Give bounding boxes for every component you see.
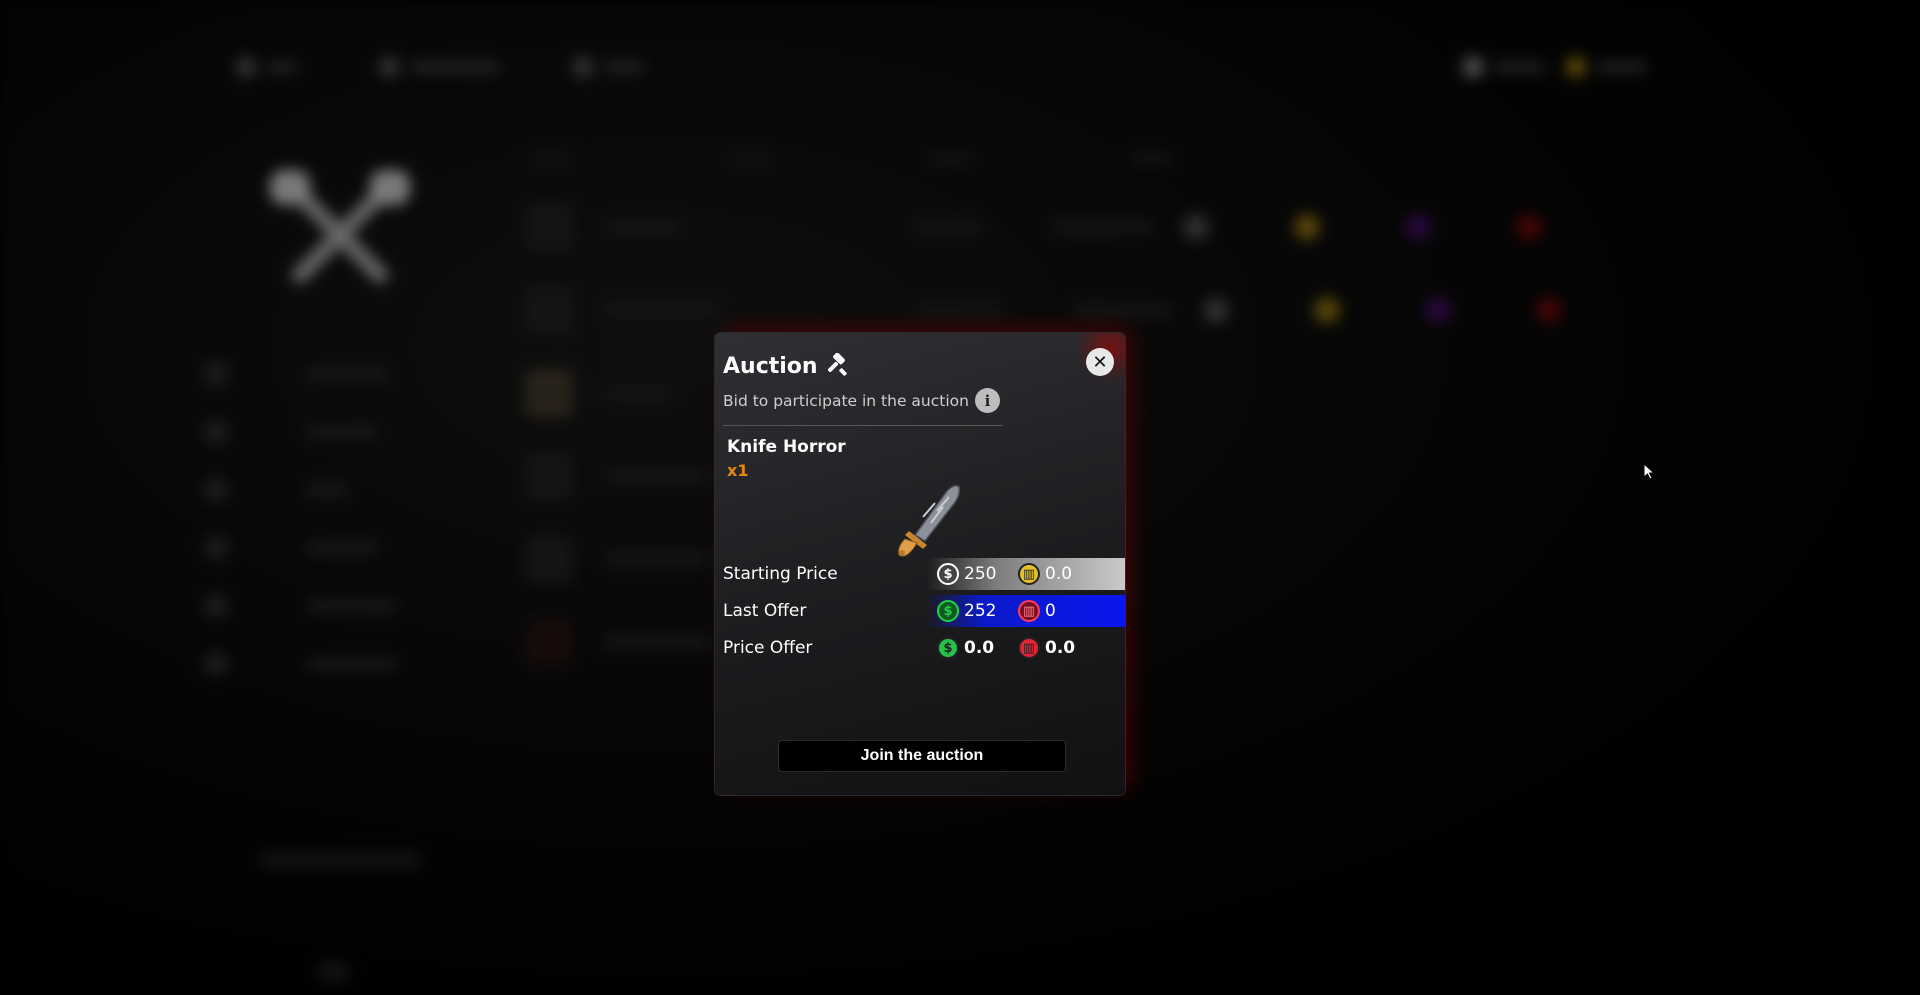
starting-price-coins: ▥ 0.0 <box>1018 563 1072 585</box>
last-offer-coins: ▥ 0 <box>1018 600 1056 622</box>
modal-header: Auction <box>723 353 850 379</box>
starting-price-money: $ 250 <box>937 563 996 585</box>
starting-price-label: Starting Price <box>723 564 838 584</box>
header-divider <box>723 425 1003 426</box>
last-offer-bar: $ 252 ▥ 0 <box>927 595 1125 627</box>
bank-coin-icon: ▥ <box>1018 637 1040 659</box>
bank-coin-icon: ▥ <box>1018 563 1040 585</box>
modal-subtitle: Bid to participate in the auction <box>723 391 969 410</box>
background-topbar <box>0 55 1920 85</box>
starting-price-money-value: 250 <box>964 564 997 584</box>
starting-price-coins-value: 0.0 <box>1045 564 1073 584</box>
bg-balance-gold <box>1565 55 1647 79</box>
join-auction-button[interactable]: Join the auction <box>778 740 1066 772</box>
close-button[interactable]: ✕ <box>1086 348 1114 376</box>
info-icon[interactable]: i <box>974 388 1000 413</box>
last-offer-money-value: 252 <box>964 601 997 621</box>
background-footer-button <box>318 962 348 982</box>
last-offer-coins-value: 0 <box>1045 601 1056 621</box>
auction-modal: Auction ✕ Bid to participate in the auct… <box>715 333 1125 795</box>
close-icon: ✕ <box>1092 351 1108 373</box>
last-offer-row: Last Offer $ 252 ▥ 0 <box>715 595 1125 627</box>
bank-coin-icon: ▥ <box>1018 600 1040 622</box>
modal-subtitle-row: Bid to participate in the auction i <box>723 388 1000 413</box>
price-offer-coins-value: 0.0 <box>1045 638 1076 658</box>
bg-tab-2 <box>378 55 500 79</box>
gavel-icon <box>827 353 847 376</box>
price-offer-money[interactable]: $ 0.0 <box>937 637 994 659</box>
modal-title: Auction <box>723 353 818 379</box>
item-name: Knife Horror <box>727 437 846 457</box>
price-offer-money-value: 0.0 <box>964 638 995 658</box>
starting-price-bar: $ 250 ▥ 0.0 <box>927 558 1125 590</box>
price-offer-bar: $ 0.0 ▥ 0.0 <box>927 632 1125 664</box>
dollar-coin-icon: $ <box>937 600 959 622</box>
price-offer-coins[interactable]: ▥ 0.0 <box>1018 637 1075 659</box>
price-offer-row: Price Offer $ 0.0 ▥ 0.0 <box>715 632 1125 664</box>
item-quantity: x1 <box>727 461 749 480</box>
background-footer-text <box>260 853 420 867</box>
dollar-coin-icon: $ <box>937 637 959 659</box>
dollar-coin-icon: $ <box>937 563 959 585</box>
last-offer-label: Last Offer <box>723 601 807 621</box>
background-logo-icon <box>270 170 410 283</box>
background-sidebar <box>205 345 465 693</box>
last-offer-money: $ 252 <box>937 600 996 622</box>
starting-price-row: Starting Price $ 250 ▥ 0.0 <box>715 558 1125 590</box>
bg-tab-1 <box>235 55 297 79</box>
bg-balance-silver <box>1462 55 1544 79</box>
bg-tab-3 <box>572 55 644 79</box>
price-offer-label: Price Offer <box>723 638 813 658</box>
knife-item-image <box>898 484 961 557</box>
